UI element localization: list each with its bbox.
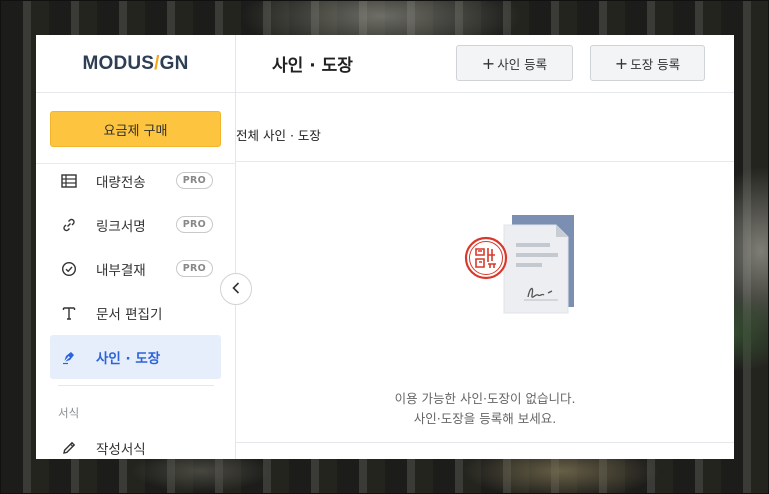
buy-plan-button[interactable]: 요금제 구매 [50,111,221,147]
sidebar-item-label: 링크서명 [96,219,146,235]
app-window: MODUS/GN 요금제 구매 대량전송 PRO 링크서명 PRO 내부결재 P… [36,35,734,459]
add-sign-button[interactable]: + 사인 등록 [456,45,573,81]
sidebar-item-label: 내부결재 [96,263,146,279]
sidebar-item-link-sign[interactable]: 링크서명 PRO [50,203,221,247]
sidebar-item-label: 작성서식 [96,442,146,458]
check-circle-icon [60,260,78,278]
divider [236,442,734,443]
text-icon [60,304,78,322]
plus-icon: + [481,53,496,73]
sidebar-item-sign-stamp[interactable]: 사인 · 도장 [50,335,221,379]
sidebar-item-bulk-send[interactable]: 대량전송 PRO [50,159,221,203]
top-header: 사인 · 도장 + 사인 등록 + 도장 등록 [236,35,734,93]
empty-state-hint: 사인·도장을 등록해 보세요. [413,411,557,426]
sidebar-item-internal-approval[interactable]: 내부결재 PRO [50,247,221,291]
pro-badge: PRO [175,172,213,189]
table-icon [60,172,78,190]
page-title: 사인 · 도장 [272,56,353,76]
sidebar-item-label: 대량전송 [96,175,146,191]
logo-area[interactable]: MODUS/GN [36,35,235,93]
divider [236,161,734,162]
chevron-left-icon [231,280,241,299]
link-icon [60,216,78,234]
sidebar-item-label: 문서 편집기 [96,307,163,323]
pro-badge: PRO [175,260,213,277]
sidebar: MODUS/GN 요금제 구매 대량전송 PRO 링크서명 PRO 내부결재 P… [36,35,236,459]
menu-divider [58,385,214,386]
sidebar-item-document-editor[interactable]: 문서 편집기 [50,291,221,335]
sidebar-template-menu: 작성서식 [50,426,221,459]
main-content: 전체 사인 · 도장 이용 가능한 사인·도장이 없습니다. 사인·도장을 등록… [236,93,734,459]
plus-icon: + [614,53,629,73]
add-stamp-button[interactable]: + 도장 등록 [590,45,705,81]
list-title: 전체 사인 · 도장 [236,128,321,143]
section-label-templates: 서식 [58,406,80,420]
stamp-icon [464,236,508,280]
pro-badge: PRO [175,216,213,233]
collapse-sidebar-button[interactable] [220,273,252,305]
pen-nib-icon [60,348,78,366]
sidebar-item-label: 사인 · 도장 [96,351,161,367]
empty-state-message: 이용 가능한 사인·도장이 없습니다. [394,391,576,406]
pencil-icon [60,439,78,457]
sidebar-menu: 대량전송 PRO 링크서명 PRO 내부결재 PRO 문서 편집기 사인 · 도… [50,159,221,379]
logo: MODUS/GN [82,52,189,74]
sidebar-item-write-template[interactable]: 작성서식 [50,426,221,459]
empty-state-illustration [464,215,574,314]
